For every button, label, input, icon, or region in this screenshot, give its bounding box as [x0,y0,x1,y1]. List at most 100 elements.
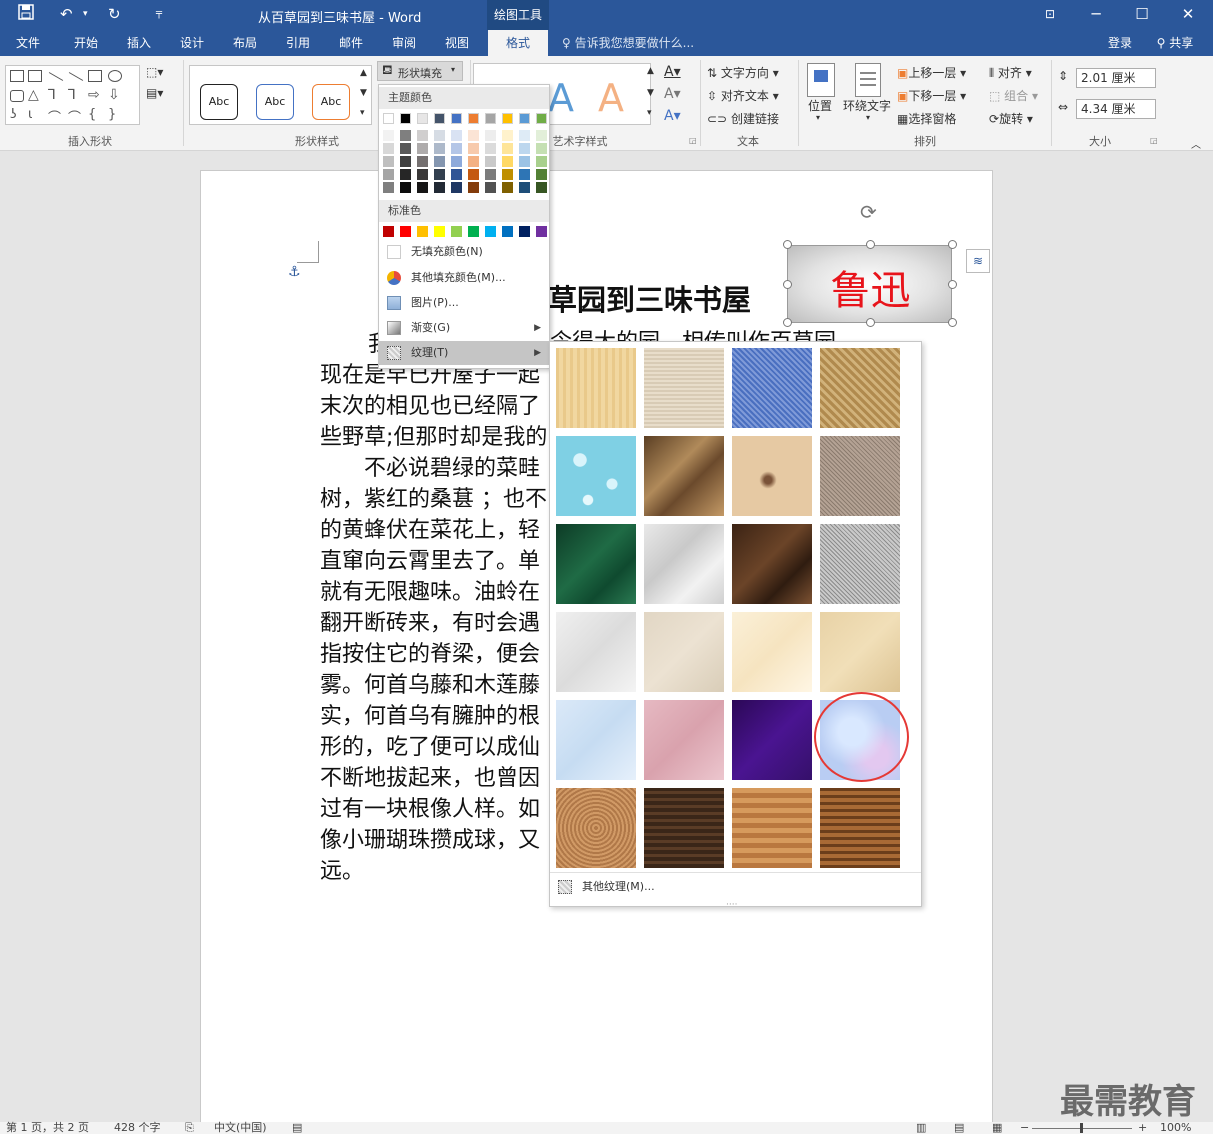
send-backward-button[interactable]: ▣下移一层 ▾ [897,87,966,104]
resize-grip-icon[interactable]: ···· [726,900,737,910]
shape-text[interactable]: 鲁迅 [788,258,953,316]
shape-styles-scroll-down-icon[interactable]: ▼ [360,88,367,98]
theme-color-swatch[interactable] [519,113,530,124]
theme-color-swatch[interactable] [536,113,547,124]
ribbon-display-icon[interactable]: ⊡ [1027,0,1073,30]
theme-color-swatch[interactable] [383,113,394,124]
elbow-connector-shape-icon[interactable]: ⅂ [48,87,56,103]
edit-shape-icon[interactable]: ⬚▾ [146,65,163,79]
texture-swatch[interactable] [820,524,900,604]
texture-swatch[interactable] [556,612,636,692]
minimize-icon[interactable]: ─ [1073,0,1119,30]
page-count[interactable]: 第 1 页，共 2 页 [6,1122,89,1134]
tab-file[interactable]: 文件 [6,30,50,56]
body-text-line[interactable]: 过有一块根像人样。如 [320,794,540,825]
standard-color-swatch[interactable] [451,226,462,237]
oval-shape-icon[interactable] [108,70,122,82]
standard-color-swatch[interactable] [434,226,445,237]
theme-shade-swatch[interactable] [468,143,479,154]
standard-color-swatch[interactable] [468,226,479,237]
texture-swatch[interactable] [644,612,724,692]
theme-color-swatch[interactable] [451,113,462,124]
tab-design[interactable]: 设计 [170,30,214,56]
theme-shade-swatch[interactable] [451,130,462,141]
wrap-text-icon[interactable] [855,63,881,97]
wordart-scroll-up-icon[interactable]: ▲ [647,66,654,76]
resize-handle[interactable] [948,240,957,249]
theme-shade-swatch[interactable] [485,169,496,180]
position-icon[interactable] [807,63,835,97]
close-brace-shape-icon[interactable]: } [108,107,116,122]
position-button[interactable]: 位置 [808,97,832,114]
tab-home[interactable]: 开始 [64,30,108,56]
text-direction-button[interactable]: ⇅ 文字方向 ▾ [707,64,779,81]
theme-shade-swatch[interactable] [417,169,428,180]
redo-icon[interactable]: ↻ [108,4,121,24]
rounded-rect-shape-icon[interactable] [10,90,24,102]
align-text-button[interactable]: ⇳ 对齐文本 ▾ [707,87,779,104]
theme-color-swatch[interactable] [468,113,479,124]
arc-shape-icon[interactable]: ⌒ [68,107,81,126]
arrow-shape-icon[interactable] [68,72,84,81]
body-text-line[interactable]: 翻开断砖来，有时会遇 [320,608,540,639]
body-text-line[interactable]: 远。 [320,856,364,887]
wordart-more-icon[interactable]: ▾ [647,108,652,118]
theme-shade-swatch[interactable] [417,130,428,141]
bring-forward-button[interactable]: ▣上移一层 ▾ [897,64,966,81]
qat-customize-icon[interactable]: ╤ [156,4,162,24]
theme-shade-swatch[interactable] [468,130,479,141]
theme-shade-swatch[interactable] [485,182,496,193]
wordart-style-blue[interactable]: A [548,76,574,120]
wordart-style-orange[interactable]: A [598,76,624,120]
zoom-out-icon[interactable]: − [1020,1122,1029,1134]
texture-swatch[interactable] [556,436,636,516]
theme-shade-swatch[interactable] [400,182,411,193]
freeform-shape-icon[interactable]: ʖ [10,107,17,122]
collapse-ribbon-icon[interactable]: ︿ [1191,136,1201,151]
dialog-launcher-icon[interactable]: ◲ [689,136,697,145]
theme-shade-swatch[interactable] [485,156,496,167]
size-dialog-launcher-icon[interactable]: ◲ [1150,136,1158,145]
resize-handle[interactable] [866,240,875,249]
theme-shade-swatch[interactable] [383,156,394,167]
curved-connector-shape-icon[interactable]: ⅂ [68,87,76,103]
more-fill-colors-item[interactable]: 其他填充颜色(M)... [379,266,549,290]
text-fill-icon[interactable]: A▾ [664,64,681,80]
theme-shade-swatch[interactable] [502,130,513,141]
resize-handle[interactable] [783,240,792,249]
no-fill-item[interactable]: 无填充颜色(N) [379,240,549,264]
texture-swatch[interactable] [644,436,724,516]
shape-styles-gallery[interactable]: Abc Abc Abc [189,65,372,125]
theme-shade-swatch[interactable] [434,143,445,154]
gradient-fill-item[interactable]: 渐变(G) ▶ [379,316,549,340]
body-text-line[interactable]: 不必说碧绿的菜畦 [320,453,540,484]
theme-shade-swatch[interactable] [536,169,547,180]
texture-swatch[interactable] [644,700,724,780]
line-shape-icon[interactable] [48,72,64,81]
theme-shade-swatch[interactable] [485,143,496,154]
align-button[interactable]: ⫴ 对齐 ▾ [989,64,1032,81]
theme-shade-swatch[interactable] [417,143,428,154]
text-effects-icon[interactable]: A▾ [664,108,681,124]
proofing-icon[interactable]: ⎘ [185,1122,194,1134]
body-text-line[interactable]: 指按住它的脊梁，便会 [320,639,540,670]
theme-shade-swatch[interactable] [434,130,445,141]
texture-swatch[interactable] [556,788,636,868]
theme-shade-swatch[interactable] [400,130,411,141]
texture-swatch[interactable] [820,612,900,692]
texture-swatch[interactable] [556,348,636,428]
rotate-handle-icon[interactable]: ⟳ [860,200,877,224]
vertical-textbox-shape-icon[interactable] [28,70,42,82]
shape-style-orange[interactable]: Abc [312,84,350,120]
theme-shade-swatch[interactable] [451,143,462,154]
theme-shade-swatch[interactable] [502,169,513,180]
body-text-line[interactable]: 些野草;但那时却是我的 [320,422,547,453]
texture-swatch[interactable] [644,788,724,868]
theme-shade-swatch[interactable] [536,130,547,141]
theme-shade-swatch[interactable] [400,143,411,154]
standard-color-swatch[interactable] [519,226,530,237]
brace-shape-icon[interactable]: { [88,107,96,122]
triangle-shape-icon[interactable]: △ [28,87,39,103]
tab-mailings[interactable]: 邮件 [329,30,373,56]
group-button[interactable]: ⬚ 组合 ▾ [989,87,1038,104]
